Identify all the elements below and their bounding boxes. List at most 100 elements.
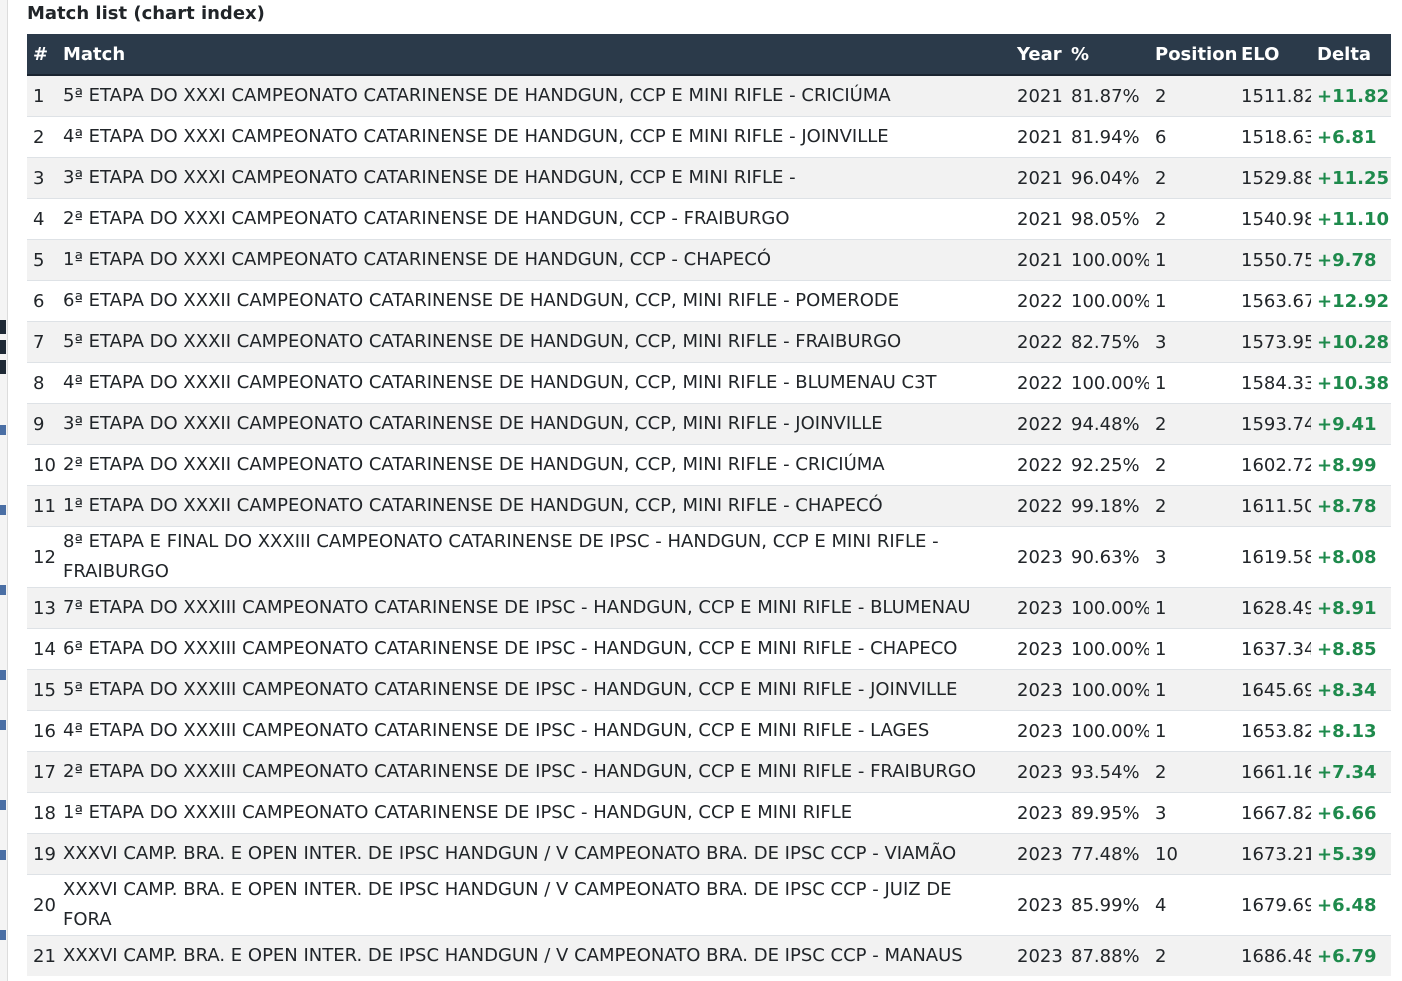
table-row[interactable]: 15 5ª ETAPA DO XXXIII CAMPEONATO CATARINE… xyxy=(27,669,1391,711)
elo-cell: 1619.58 xyxy=(1235,526,1311,588)
row-index-cell: 1 xyxy=(27,74,57,117)
match-name-cell: 6ª ETAPA DO XXXII CAMPEONATO CATARINENSE… xyxy=(57,280,1011,322)
match-name-cell: XXXVI CAMP. BRA. E OPEN INTER. DE IPSC H… xyxy=(57,935,1011,976)
delta-cell: +6.66 xyxy=(1311,792,1391,834)
delta-cell: +11.25 xyxy=(1311,157,1391,199)
col-header-pct[interactable]: % xyxy=(1065,34,1149,76)
table-row[interactable]: 21 XXXVI CAMP. BRA. E OPEN INTER. DE IPSC… xyxy=(27,935,1391,976)
position-cell: 3 xyxy=(1149,321,1235,363)
table-row[interactable]: 4 2ª ETAPA DO XXXI CAMPEONATO CATARINENSE… xyxy=(27,198,1391,240)
match-name-cell: 7ª ETAPA DO XXXIII CAMPEONATO CATARINENS… xyxy=(57,587,1011,629)
percent-cell: 81.94% xyxy=(1065,116,1149,158)
delta-cell: +9.78 xyxy=(1311,239,1391,281)
delta-cell: +6.81 xyxy=(1311,116,1391,158)
delta-cell: +12.92 xyxy=(1311,280,1391,322)
row-index-cell: 21 xyxy=(27,935,57,976)
row-index-cell: 17 xyxy=(27,751,57,793)
table-row[interactable]: 6 6ª ETAPA DO XXXII CAMPEONATO CATARINENS… xyxy=(27,280,1391,322)
table-row[interactable]: 7 5ª ETAPA DO XXXII CAMPEONATO CATARINENS… xyxy=(27,321,1391,363)
delta-cell: +5.39 xyxy=(1311,833,1391,875)
elo-cell: 1637.34 xyxy=(1235,628,1311,670)
table-row[interactable]: 14 6ª ETAPA DO XXXIII CAMPEONATO CATARINE… xyxy=(27,628,1391,670)
position-cell: 6 xyxy=(1149,116,1235,158)
table-row[interactable]: 8 4ª ETAPA DO XXXII CAMPEONATO CATARINENS… xyxy=(27,362,1391,404)
table-row[interactable]: 18 1ª ETAPA DO XXXIII CAMPEONATO CATARINE… xyxy=(27,792,1391,834)
row-index-cell: 11 xyxy=(27,485,57,527)
table-header-row: # Match Year % Position ELO Delta xyxy=(27,34,1391,76)
table-row[interactable]: 20 XXXVI CAMP. BRA. E OPEN INTER. DE IPSC… xyxy=(27,874,1391,936)
match-table-container[interactable]: # Match Year % Position ELO Delta 1 5ª ET… xyxy=(27,34,1391,981)
percent-cell: 100.00% xyxy=(1065,587,1149,629)
table-row[interactable]: 10 2ª ETAPA DO XXXII CAMPEONATO CATARINEN… xyxy=(27,444,1391,486)
elo-cell: 1628.49 xyxy=(1235,587,1311,629)
table-row[interactable]: 12 8ª ETAPA E FINAL DO XXXIII CAMPEONATO … xyxy=(27,526,1391,588)
col-header-year[interactable]: Year xyxy=(1011,34,1065,76)
match-name-cell: 2ª ETAPA DO XXXII CAMPEONATO CATARINENSE… xyxy=(57,444,1011,486)
year-cell: 2022 xyxy=(1011,444,1065,486)
row-index-cell: 3 xyxy=(27,157,57,199)
delta-cell: +9.41 xyxy=(1311,403,1391,445)
percent-cell: 100.00% xyxy=(1065,362,1149,404)
elo-cell: 1540.98 xyxy=(1235,198,1311,240)
position-cell: 2 xyxy=(1149,751,1235,793)
elo-cell: 1518.63 xyxy=(1235,116,1311,158)
table-row[interactable]: 9 3ª ETAPA DO XXXII CAMPEONATO CATARINENS… xyxy=(27,403,1391,445)
position-cell: 1 xyxy=(1149,362,1235,404)
match-name-cell: 3ª ETAPA DO XXXI CAMPEONATO CATARINENSE … xyxy=(57,157,1011,199)
table-row[interactable]: 17 2ª ETAPA DO XXXIII CAMPEONATO CATARINE… xyxy=(27,751,1391,793)
delta-cell: +11.10 xyxy=(1311,198,1391,240)
col-header-index[interactable]: # xyxy=(27,34,57,76)
elo-cell: 1573.95 xyxy=(1235,321,1311,363)
col-header-elo[interactable]: ELO xyxy=(1235,34,1311,76)
match-name-cell: 2ª ETAPA DO XXXIII CAMPEONATO CATARINENS… xyxy=(57,751,1011,793)
percent-cell: 100.00% xyxy=(1065,280,1149,322)
percent-cell: 100.00% xyxy=(1065,669,1149,711)
match-name-cell: 3ª ETAPA DO XXXII CAMPEONATO CATARINENSE… xyxy=(57,403,1011,445)
match-name-cell: 8ª ETAPA E FINAL DO XXXIII CAMPEONATO CA… xyxy=(57,526,1011,588)
match-name-cell: 5ª ETAPA DO XXXIII CAMPEONATO CATARINENS… xyxy=(57,669,1011,711)
delta-cell: +8.99 xyxy=(1311,444,1391,486)
year-cell: 2021 xyxy=(1011,74,1065,117)
match-name-cell: 4ª ETAPA DO XXXII CAMPEONATO CATARINENSE… xyxy=(57,362,1011,404)
row-index-cell: 16 xyxy=(27,710,57,752)
position-cell: 2 xyxy=(1149,485,1235,527)
col-header-match[interactable]: Match xyxy=(57,34,1011,76)
percent-cell: 85.99% xyxy=(1065,874,1149,936)
elo-cell: 1645.69 xyxy=(1235,669,1311,711)
table-row[interactable]: 5 1ª ETAPA DO XXXI CAMPEONATO CATARINENSE… xyxy=(27,239,1391,281)
percent-cell: 77.48% xyxy=(1065,833,1149,875)
delta-cell: +8.85 xyxy=(1311,628,1391,670)
match-name-cell: 2ª ETAPA DO XXXI CAMPEONATO CATARINENSE … xyxy=(57,198,1011,240)
delta-cell: +7.34 xyxy=(1311,751,1391,793)
table-row[interactable]: 16 4ª ETAPA DO XXXIII CAMPEONATO CATARINE… xyxy=(27,710,1391,752)
row-index-cell: 10 xyxy=(27,444,57,486)
table-row[interactable]: 1 5ª ETAPA DO XXXI CAMPEONATO CATARINENSE… xyxy=(27,74,1391,117)
elo-cell: 1679.69 xyxy=(1235,874,1311,936)
col-header-delta[interactable]: Delta xyxy=(1311,34,1391,76)
year-cell: 2023 xyxy=(1011,669,1065,711)
elo-cell: 1550.75 xyxy=(1235,239,1311,281)
position-cell: 3 xyxy=(1149,526,1235,588)
match-name-cell: 5ª ETAPA DO XXXI CAMPEONATO CATARINENSE … xyxy=(57,74,1011,117)
row-index-cell: 14 xyxy=(27,628,57,670)
year-cell: 2022 xyxy=(1011,362,1065,404)
year-cell: 2023 xyxy=(1011,874,1065,936)
table-row[interactable]: 19 XXXVI CAMP. BRA. E OPEN INTER. DE IPSC… xyxy=(27,833,1391,875)
percent-cell: 82.75% xyxy=(1065,321,1149,363)
match-table: # Match Year % Position ELO Delta 1 5ª ET… xyxy=(27,34,1391,976)
delta-cell: +8.13 xyxy=(1311,710,1391,752)
table-row[interactable]: 11 1ª ETAPA DO XXXII CAMPEONATO CATARINEN… xyxy=(27,485,1391,527)
year-cell: 2022 xyxy=(1011,321,1065,363)
year-cell: 2023 xyxy=(1011,587,1065,629)
year-cell: 2023 xyxy=(1011,935,1065,976)
row-index-cell: 19 xyxy=(27,833,57,875)
position-cell: 2 xyxy=(1149,157,1235,199)
row-index-cell: 12 xyxy=(27,526,57,588)
delta-cell: +6.79 xyxy=(1311,935,1391,976)
year-cell: 2023 xyxy=(1011,526,1065,588)
table-row[interactable]: 3 3ª ETAPA DO XXXI CAMPEONATO CATARINENSE… xyxy=(27,157,1391,199)
table-row[interactable]: 13 7ª ETAPA DO XXXIII CAMPEONATO CATARINE… xyxy=(27,587,1391,629)
position-cell: 4 xyxy=(1149,874,1235,936)
table-row[interactable]: 2 4ª ETAPA DO XXXI CAMPEONATO CATARINENSE… xyxy=(27,116,1391,158)
col-header-position[interactable]: Position xyxy=(1149,34,1237,76)
